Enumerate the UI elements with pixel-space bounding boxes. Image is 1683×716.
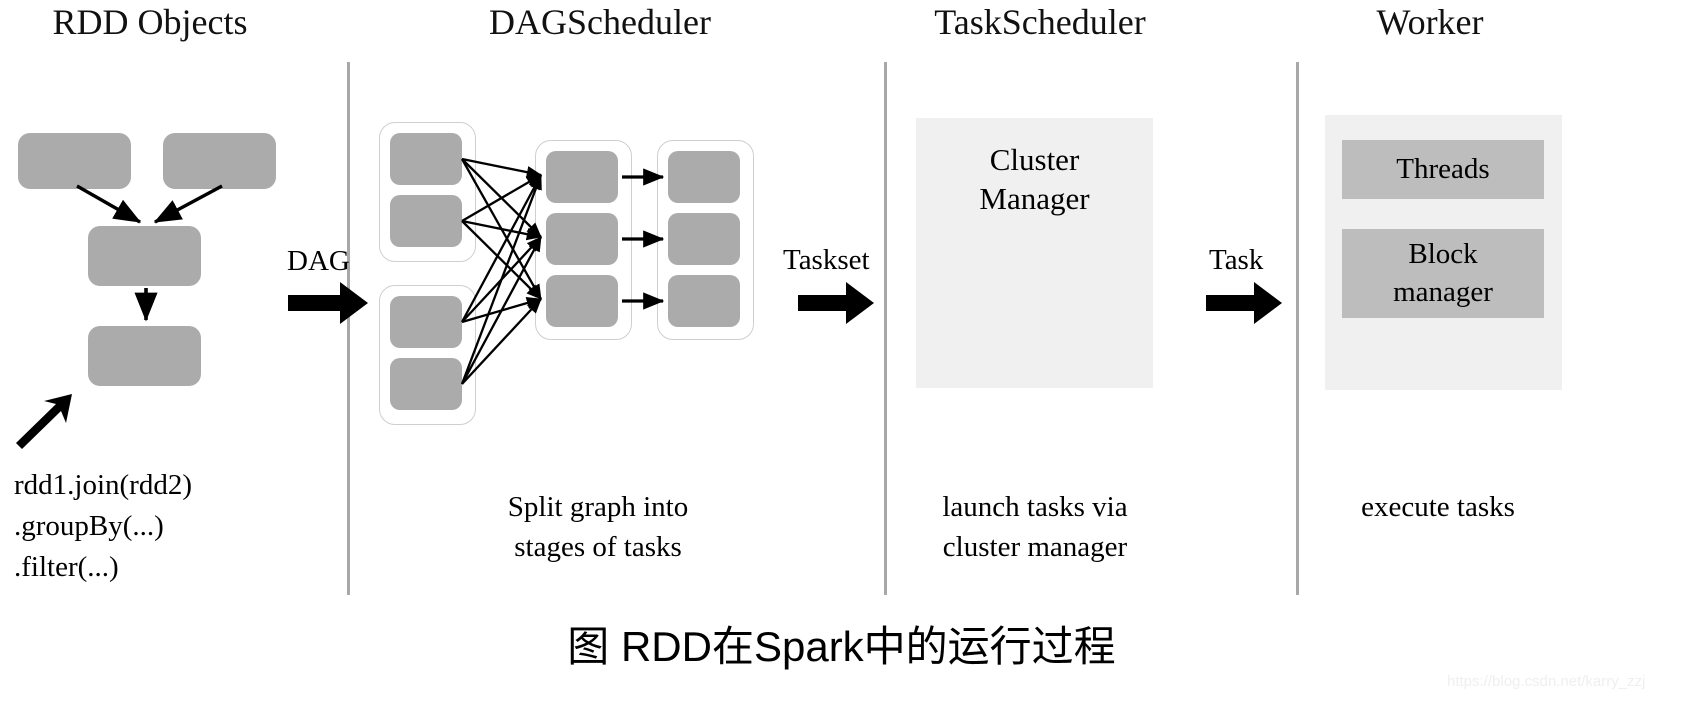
arrow-right-icon-task <box>1206 282 1282 324</box>
diagram-canvas: RDD Objects DAGScheduler TaskScheduler W… <box>0 0 1683 716</box>
rdd-node-rdd2[interactable] <box>163 133 276 189</box>
dag-stage-1-task-2[interactable] <box>390 195 462 247</box>
dag-stage-2-task-1[interactable] <box>390 296 462 348</box>
dag-stage-4-task-1[interactable] <box>668 151 740 203</box>
rdd-node-filtered[interactable] <box>88 326 201 386</box>
column-title-dagscheduler: DAGScheduler <box>489 2 711 42</box>
column-title-taskscheduler: TaskScheduler <box>934 2 1146 42</box>
rdd-code-snippet: rdd1.join(rdd2) .groupBy(...) .filter(..… <box>14 469 192 584</box>
dag-stage-4-task-2[interactable] <box>668 213 740 265</box>
dag-stage-2-task-2[interactable] <box>390 358 462 410</box>
transition-label-task: Task <box>1209 244 1264 276</box>
cluster-manager-label: Cluster Manager <box>979 142 1090 216</box>
column-title-rdd-objects: RDD Objects <box>52 2 248 42</box>
arrow-up-right-icon <box>16 394 72 449</box>
worker-block-block-manager[interactable]: Block manager <box>1342 229 1544 318</box>
dag-stage-4-task-3[interactable] <box>668 275 740 327</box>
dag-stage-3-task-3[interactable] <box>546 275 618 327</box>
column-title-worker: Worker <box>1376 2 1484 42</box>
rdd-edge-rdd1-joined <box>76 184 142 224</box>
column-caption-taskscheduler: launch tasks via cluster manager <box>942 491 1128 564</box>
worker-block-threads[interactable]: Threads <box>1342 140 1544 199</box>
rdd-edge-rdd2-joined <box>153 184 223 224</box>
arrow-right-icon-dag <box>288 282 368 324</box>
column-caption-worker: execute tasks <box>1361 491 1515 523</box>
watermark: https://blog.csdn.net/karry_zzj <box>1447 673 1646 690</box>
transition-label-dag: DAG <box>287 245 350 277</box>
figure-caption: 图 RDD在Spark中的运行过程 <box>567 623 1116 670</box>
transition-label-taskset: Taskset <box>783 244 870 276</box>
arrow-right-icon-taskset <box>798 282 874 324</box>
dag-stage-1-task-1[interactable] <box>390 133 462 185</box>
column-caption-dagscheduler: Split graph into stages of tasks <box>507 491 689 564</box>
column-divider-1 <box>347 62 350 595</box>
rdd-node-rdd1[interactable] <box>18 133 131 189</box>
rdd-node-joined[interactable] <box>88 226 201 286</box>
dag-stage-3-task-1[interactable] <box>546 151 618 203</box>
dag-stage-3-task-2[interactable] <box>546 213 618 265</box>
